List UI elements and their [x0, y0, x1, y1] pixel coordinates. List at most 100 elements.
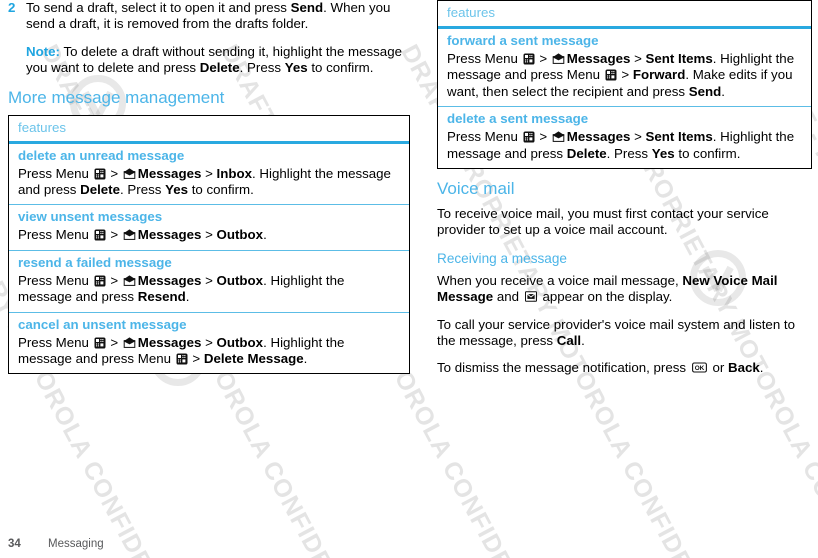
body-text: Press Menu: [447, 51, 522, 66]
envelope-icon: [552, 131, 565, 143]
emphasis-text: Resend: [137, 289, 186, 305]
body-text: >: [201, 165, 217, 181]
emphasis-text: Inbox: [216, 165, 252, 181]
note-text-3: to confirm.: [307, 60, 374, 76]
feature-body: Press Menu > Messages > Sent Items. High…: [438, 128, 811, 168]
body-text: and: [493, 289, 523, 305]
left-column: 2 To send a draft, select it to open it …: [8, 0, 410, 384]
menu-key-icon: [523, 131, 535, 143]
feature-row: view unsent messages Press Menu > Message…: [9, 205, 409, 251]
emphasis-text: Messages: [137, 272, 202, 288]
body-text: to confirm.: [188, 182, 254, 198]
body-text: >: [201, 272, 217, 288]
body-text: >: [106, 272, 122, 288]
menu-key-icon: [94, 337, 106, 349]
menu-key-icon: [94, 168, 106, 180]
menu-key-icon: [523, 53, 535, 65]
body-text: .: [263, 227, 267, 243]
envelope-icon: [552, 53, 565, 64]
message-box-icon: [524, 291, 537, 302]
body-text: . Press: [606, 145, 652, 161]
body-text: >: [201, 227, 217, 243]
body-text: >: [630, 129, 646, 145]
feature-title: forward a sent message: [447, 33, 599, 48]
emphasis-text: Sent Items: [645, 51, 713, 66]
step-bold-send: Send: [290, 0, 324, 15]
emphasis-text: Messages: [566, 51, 631, 66]
envelope-icon: [123, 229, 136, 241]
section-heading-voice-mail: Voice mail: [437, 179, 515, 199]
feature-title: delete an unread message: [18, 147, 185, 163]
feature-body: Press Menu > Messages > Outbox. Highligh…: [9, 272, 409, 312]
emphasis-text: Forward: [632, 67, 686, 83]
menu-key-icon: [94, 275, 106, 287]
body-text: >: [201, 334, 217, 350]
body-text: >: [106, 334, 122, 350]
feature-row: forward a sent message Press Menu > Messa…: [438, 29, 811, 108]
body-text: >: [535, 129, 551, 145]
emphasis-text: Yes: [651, 145, 675, 161]
envelope-icon: [123, 275, 136, 286]
section-heading-more-message-management: More message management: [8, 87, 225, 107]
numbered-step: 2 To send a draft, select it to open it …: [8, 0, 410, 33]
feature-body: Press Menu > Messages > Outbox. Highligh…: [9, 334, 409, 374]
features-table-header: features: [9, 116, 409, 144]
body-text: >: [106, 165, 122, 181]
feature-row: delete a sent message Press Menu > Messag…: [438, 107, 811, 168]
feature-title: cancel an unsent message: [18, 316, 187, 332]
menu-key-icon: [94, 229, 106, 241]
body-text: >: [617, 67, 633, 83]
note-bold-delete: Delete: [199, 60, 240, 76]
note-text-2: . Press: [239, 60, 285, 76]
emphasis-text: Outbox: [216, 272, 264, 288]
body-text: >: [630, 51, 646, 66]
emphasis-text: Back: [727, 360, 760, 376]
body-text: To dismiss the message notification, pre…: [437, 360, 690, 376]
manual-page: DRAFT - PROPRIETARY MOTOROLA CONFIDENTIA…: [0, 0, 818, 558]
body-text: appear on the display.: [538, 289, 673, 305]
menu-key-icon: [176, 353, 188, 365]
step-body: To send a draft, select it to open it an…: [26, 0, 410, 33]
body-text: .: [759, 360, 764, 376]
body-text: or: [708, 360, 728, 376]
feature-row: delete an unread message Press Menu > Mes…: [9, 144, 409, 206]
note-paragraph: Note: To delete a draft without sending …: [26, 44, 410, 77]
feature-row: resend a failed message Press Menu > Mess…: [9, 251, 409, 313]
voice-mail-intro: To receive voice mail, you must first co…: [437, 206, 769, 238]
body-text: to confirm.: [674, 145, 741, 161]
emphasis-text: Send: [688, 83, 722, 99]
note-bold-yes: Yes: [284, 60, 308, 76]
features-table-left: features delete an unread message Press M…: [8, 114, 410, 375]
emphasis-text: Delete: [80, 182, 121, 198]
step-number: 2: [8, 0, 16, 15]
step-text-1: To send a draft, select it to open it an…: [26, 0, 291, 15]
voice-mail-paragraph-2: To call your service provider's voice ma…: [437, 317, 812, 350]
body-text: To call your service provider's voice ma…: [437, 316, 795, 349]
body-text: Press Menu: [18, 272, 93, 288]
body-text: . Press: [120, 182, 166, 198]
emphasis-text: Sent Items: [645, 129, 713, 145]
feature-title: resend a failed message: [18, 254, 172, 270]
emphasis-text: Delete: [566, 145, 607, 161]
menu-key-icon: [605, 69, 617, 81]
body-text: When you receive a voice mail message,: [437, 272, 683, 288]
features-rows-left: delete an unread message Press Menu > Mes…: [9, 144, 409, 374]
body-text: Press Menu: [18, 165, 93, 181]
body-text: >: [535, 51, 551, 66]
body-text: .: [303, 351, 308, 367]
envelope-icon: [123, 168, 136, 179]
envelope-icon: [123, 337, 136, 348]
emphasis-text: Yes: [165, 182, 189, 198]
body-text: .: [721, 83, 725, 99]
note-label: Note:: [26, 43, 60, 59]
body-text: .: [581, 333, 585, 349]
features-rows-right: forward a sent message Press Menu > Messa…: [438, 29, 811, 168]
body-text: >: [188, 351, 204, 367]
page-footer: 34 Messaging: [8, 538, 104, 550]
features-table-right: features forward a sent message Press Men…: [437, 0, 812, 170]
emphasis-text: Messages: [137, 227, 202, 243]
feature-title: view unsent messages: [18, 209, 163, 225]
emphasis-text: Outbox: [216, 227, 264, 243]
emphasis-text: Call: [556, 333, 582, 349]
ok-key-icon: OK: [691, 362, 707, 374]
